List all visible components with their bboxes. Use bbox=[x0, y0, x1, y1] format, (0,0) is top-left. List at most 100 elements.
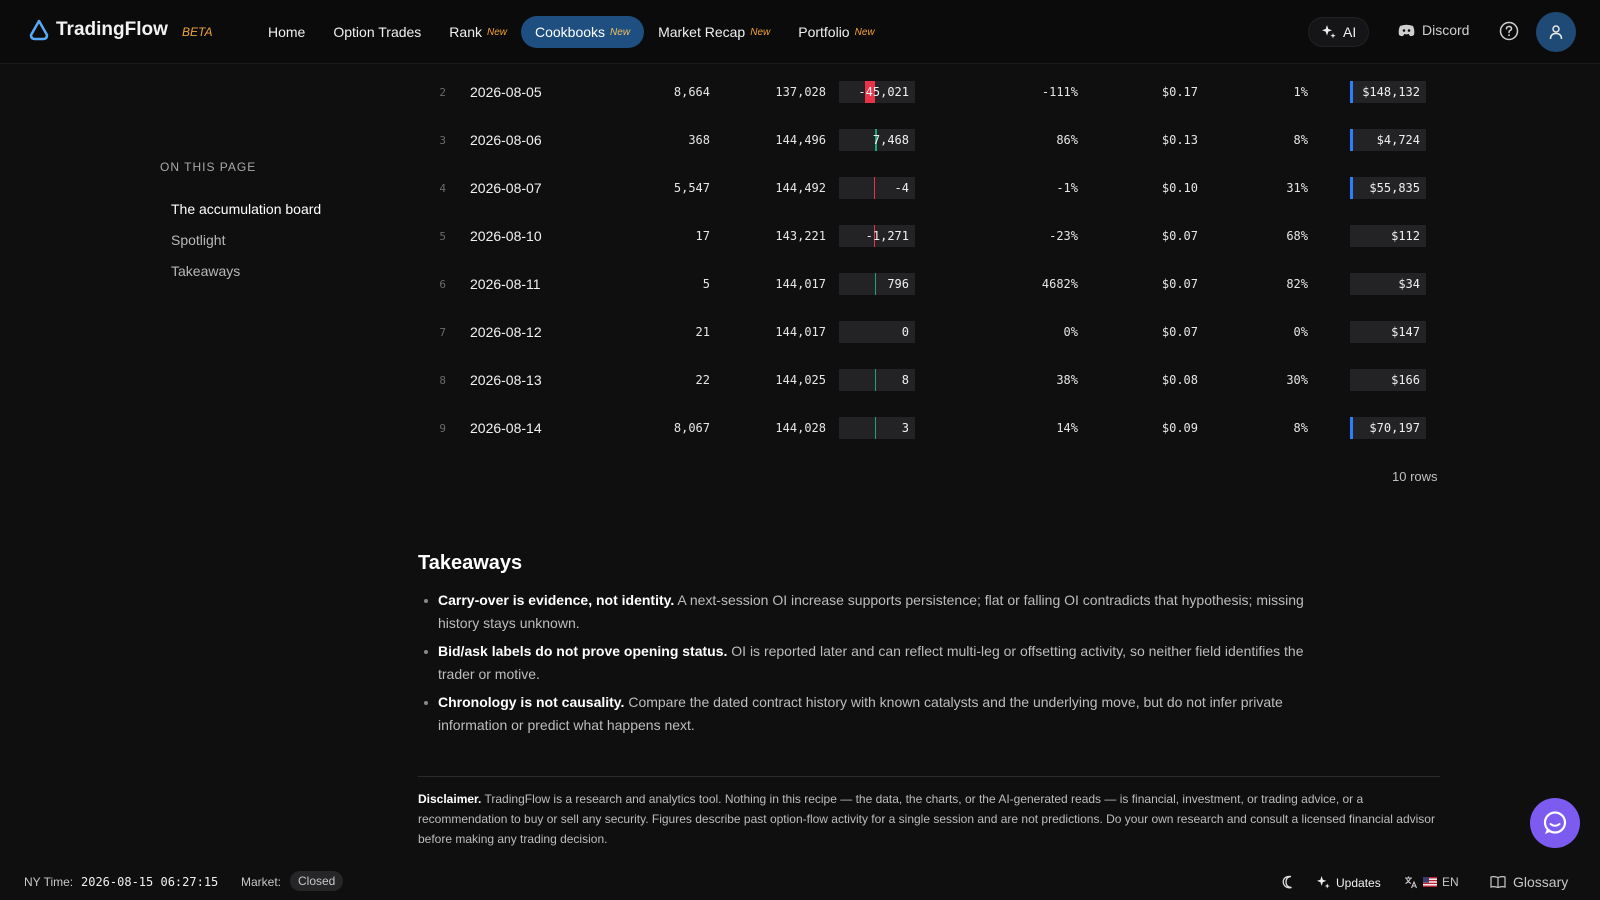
row-avg-premium: $0.07 bbox=[1161, 277, 1198, 291]
help-circle-icon[interactable] bbox=[1499, 21, 1519, 41]
notional-accent-bar bbox=[1350, 81, 1353, 103]
updates-button[interactable]: Updates bbox=[1316, 875, 1381, 890]
beta-badge: BETA bbox=[182, 25, 213, 39]
language-selector[interactable]: EN bbox=[1404, 875, 1459, 889]
row-share-pct: 8% bbox=[1293, 421, 1308, 435]
oi-change-bar-track: -1,271 bbox=[839, 225, 915, 247]
table-row[interactable]: 3 2026-08-06 368 144,496 7,468 86% $0.13 8% $4,7… bbox=[418, 116, 1440, 164]
nav-home[interactable]: Home bbox=[254, 16, 319, 48]
row-share-pct: 30% bbox=[1286, 373, 1308, 387]
notional-box: $4,724 bbox=[1350, 129, 1426, 151]
oi-change-bar-track: 0 bbox=[839, 321, 915, 343]
status-footer: NY Time: 2026-08-15 06:27:15 Market: Clo… bbox=[0, 866, 1600, 900]
row-volume: 8,664 bbox=[673, 85, 710, 99]
nav-label: Portfolio bbox=[798, 24, 850, 40]
market-label: Market: bbox=[241, 875, 282, 889]
oi-change-value: 3 bbox=[901, 421, 909, 435]
oi-change-bar-track: 8 bbox=[839, 369, 915, 391]
oi-change-value: -45,021 bbox=[858, 85, 909, 99]
toc-item-accumulation-board[interactable]: The accumulation board bbox=[160, 194, 380, 225]
chat-bubble-icon bbox=[1543, 811, 1567, 834]
table-row[interactable]: 8 2026-08-13 22 144,025 8 38% $0.08 30% $166 bbox=[418, 356, 1440, 404]
nav-market-recap[interactable]: Market Recap New bbox=[644, 16, 784, 48]
main-nav: Home Option Trades Rank New Cookbooks Ne… bbox=[254, 16, 889, 48]
row-notional-cell: $147 bbox=[1350, 308, 1426, 356]
notional-box: $166 bbox=[1350, 369, 1426, 391]
row-oi-change-pct: 38% bbox=[1056, 373, 1078, 387]
oi-change-bar bbox=[875, 273, 876, 295]
notional-box: $55,835 bbox=[1350, 177, 1426, 199]
ai-button[interactable]: AI bbox=[1308, 17, 1370, 47]
oi-change-bar bbox=[875, 417, 876, 439]
row-oi-change-pct: -1% bbox=[1056, 181, 1078, 195]
row-notional-cell: $112 bbox=[1350, 212, 1426, 260]
nav-portfolio[interactable]: Portfolio New bbox=[784, 16, 888, 48]
row-notional-cell: $55,835 bbox=[1350, 164, 1426, 212]
row-avg-premium: $0.10 bbox=[1161, 181, 1198, 195]
moon-icon[interactable] bbox=[1282, 875, 1296, 889]
user-avatar-button[interactable] bbox=[1536, 12, 1576, 52]
row-oi-change-cell: 7,468 bbox=[839, 116, 915, 164]
row-oi-change-cell: 0 bbox=[839, 308, 915, 356]
row-date: 2026-08-06 bbox=[470, 132, 542, 148]
table-row[interactable]: 9 2026-08-14 8,067 144,028 3 14% $0.09 8% $70,19… bbox=[418, 404, 1440, 452]
toc-item-spotlight[interactable]: Spotlight bbox=[160, 225, 380, 256]
market-status-badge: Closed bbox=[290, 871, 344, 891]
notional-accent-bar bbox=[1350, 177, 1353, 199]
row-oi-change-cell: 8 bbox=[839, 356, 915, 404]
takeaways-section: Takeaways Carry-over is evidence, not id… bbox=[418, 552, 1318, 742]
notional-accent-bar bbox=[1350, 417, 1353, 439]
row-share-pct: 8% bbox=[1293, 133, 1308, 147]
glossary-link[interactable]: Glossary bbox=[1490, 874, 1568, 890]
disclaimer: Disclaimer. TradingFlow is a research an… bbox=[418, 776, 1440, 849]
row-index: 2 bbox=[439, 85, 446, 99]
oi-change-bar-track: 796 bbox=[839, 273, 915, 295]
row-index: 9 bbox=[439, 421, 446, 435]
row-share-pct: 82% bbox=[1286, 277, 1308, 291]
row-date: 2026-08-13 bbox=[470, 372, 542, 388]
nav-rank[interactable]: Rank New bbox=[435, 16, 521, 48]
oi-change-bar bbox=[874, 177, 875, 199]
disclaimer-label: Disclaimer. bbox=[418, 792, 482, 806]
row-notional-cell: $4,724 bbox=[1350, 116, 1426, 164]
discord-link[interactable]: Discord bbox=[1398, 22, 1469, 38]
table-row[interactable]: 6 2026-08-11 5 144,017 796 4682% $0.07 82% $34 bbox=[418, 260, 1440, 308]
row-oi-change-pct: 14% bbox=[1056, 421, 1078, 435]
language-label: EN bbox=[1442, 875, 1459, 889]
table-row[interactable]: 7 2026-08-12 21 144,017 0 0% $0.07 0% $147 bbox=[418, 308, 1440, 356]
row-share-pct: 1% bbox=[1293, 85, 1308, 99]
row-avg-premium: $0.07 bbox=[1161, 229, 1198, 243]
row-notional-cell: $148,132 bbox=[1350, 68, 1426, 116]
table-row[interactable]: 5 2026-08-10 17 143,221 -1,271 -23% $0.07 68% $1… bbox=[418, 212, 1440, 260]
row-date: 2026-08-10 bbox=[470, 228, 542, 244]
row-date: 2026-08-11 bbox=[470, 276, 541, 292]
notional-box: $147 bbox=[1350, 321, 1426, 343]
sparkle-icon bbox=[1316, 875, 1330, 889]
table-row[interactable]: 2 2026-08-05 8,664 137,028 -45,021 -111% $0.17… bbox=[418, 68, 1440, 116]
table-row[interactable]: 4 2026-08-07 5,547 144,492 -4 -1% $0.10 31% $55,… bbox=[418, 164, 1440, 212]
toc-item-takeaways[interactable]: Takeaways bbox=[160, 256, 380, 287]
row-volume: 22 bbox=[695, 373, 710, 387]
nav-cookbooks[interactable]: Cookbooks New bbox=[521, 16, 645, 48]
notional-value: $148,132 bbox=[1362, 85, 1420, 99]
row-volume: 5,547 bbox=[673, 181, 710, 195]
oi-change-value: 7,468 bbox=[872, 133, 909, 147]
new-badge: New bbox=[610, 26, 631, 38]
book-icon bbox=[1490, 876, 1506, 889]
row-date: 2026-08-07 bbox=[470, 180, 542, 196]
brand-logo[interactable]: TradingFlow bbox=[28, 19, 168, 41]
list-item: Carry-over is evidence, not identity. A … bbox=[418, 589, 1318, 635]
row-share-pct: 0% bbox=[1293, 325, 1308, 339]
notional-value: $147 bbox=[1391, 325, 1420, 339]
nav-label: Market Recap bbox=[658, 24, 746, 40]
row-open-interest: 143,221 bbox=[775, 229, 826, 243]
discord-label: Discord bbox=[1422, 22, 1470, 38]
takeaways-list: Carry-over is evidence, not identity. A … bbox=[418, 589, 1318, 737]
notional-value: $34 bbox=[1398, 277, 1420, 291]
notional-box: $112 bbox=[1350, 225, 1426, 247]
row-oi-change-cell: -1,271 bbox=[839, 212, 915, 260]
nav-option-trades[interactable]: Option Trades bbox=[319, 16, 435, 48]
bullet bbox=[424, 650, 428, 654]
oi-change-value: 0 bbox=[901, 325, 909, 339]
chat-button[interactable] bbox=[1530, 798, 1580, 848]
